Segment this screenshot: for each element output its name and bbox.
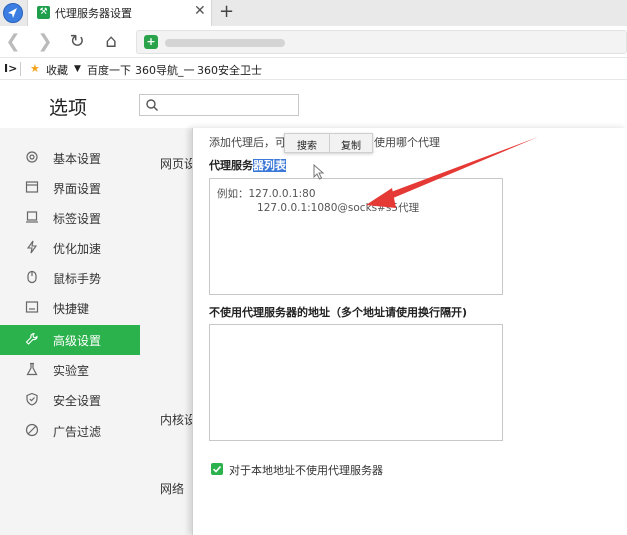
- home-button[interactable]: ⌂: [100, 31, 122, 53]
- bookmark-baidu[interactable]: 百度一下: [87, 62, 131, 78]
- hint-end: 使用哪个代理: [374, 136, 440, 149]
- sidebar-item-label: 鼠标手势: [53, 272, 102, 286]
- sidebar-item-shortcuts[interactable]: 快捷键: [0, 293, 140, 323]
- tab-title: 代理服务器设置: [55, 7, 132, 20]
- favorites-button[interactable]: 收藏: [46, 62, 68, 78]
- sidebar-item-advanced[interactable]: 高级设置: [0, 325, 140, 355]
- sidebar-item-ui[interactable]: 界面设置: [0, 173, 140, 203]
- bookmarks-bar: I> ★ 收藏 ▼ 百度一下 360导航_一 360安全卫士: [0, 58, 627, 80]
- tab-icon: [26, 211, 38, 223]
- sidebar-item-label: 基本设置: [53, 152, 102, 166]
- security-shield-icon: +: [144, 35, 158, 49]
- search-input[interactable]: [160, 97, 294, 113]
- sidebar-item-speed[interactable]: 优化加速: [0, 233, 140, 263]
- section-web: 网页设: [160, 157, 197, 171]
- wrench-icon: [25, 332, 38, 345]
- context-copy-button[interactable]: 复制: [341, 137, 361, 152]
- tab-bar: ⚒ 代理服务器设置 ✕ +: [0, 0, 627, 26]
- mouse-icon: [27, 270, 37, 284]
- proxy-settings-dialog: 添加代理后，可 使用哪个代理 搜索 复制 代理服务器列表 例如：127.0.0.1…: [192, 128, 627, 535]
- back-button[interactable]: ❮: [2, 31, 24, 53]
- bypass-list-textarea[interactable]: [209, 324, 503, 441]
- reload-button[interactable]: ↻: [66, 31, 88, 53]
- flask-icon: [26, 362, 38, 376]
- search-icon: [146, 99, 158, 111]
- sidebar-item-lab[interactable]: 实验室: [0, 355, 140, 385]
- new-tab-button[interactable]: +: [219, 1, 234, 22]
- sidebar-item-tabs[interactable]: 标签设置: [0, 203, 140, 233]
- block-icon: [25, 423, 39, 437]
- context-menu: 搜索 复制: [284, 133, 373, 153]
- address-bar[interactable]: +: [136, 30, 627, 54]
- bookmark-360-nav[interactable]: 360导航_一: [135, 62, 195, 78]
- selected-text: 器列表: [253, 159, 286, 172]
- chevron-down-icon[interactable]: ▼: [74, 64, 81, 74]
- navigation-bar: ❮ ❯ ↻ ⌂ +: [0, 26, 627, 58]
- check-icon: [212, 465, 222, 473]
- bookmark-360-safe[interactable]: 360安全卫士: [197, 62, 262, 78]
- window-icon: [25, 181, 39, 193]
- sidebar-item-adblock[interactable]: 广告过滤: [0, 416, 140, 446]
- divider: [20, 62, 21, 76]
- sidebar-item-label: 安全设置: [53, 394, 102, 408]
- sidebar-item-label: 优化加速: [53, 242, 102, 256]
- mouse-cursor-icon: [313, 164, 325, 180]
- star-icon: ★: [30, 62, 40, 75]
- sidebar-item-label: 广告过滤: [53, 425, 102, 439]
- blurred-url: [165, 39, 285, 47]
- sidebar-item-security[interactable]: 安全设置: [0, 385, 140, 415]
- sidebar-item-label: 高级设置: [53, 334, 102, 348]
- sidebar-item-basic[interactable]: 基本设置: [0, 143, 140, 173]
- forward-button[interactable]: ❯: [34, 31, 56, 53]
- page-title: 选项: [49, 97, 88, 119]
- sidebar-item-label: 快捷键: [53, 302, 90, 316]
- context-search-button[interactable]: 搜索: [297, 137, 317, 152]
- sidebar-item-gestures[interactable]: 鼠标手势: [0, 263, 140, 293]
- settings-search[interactable]: [139, 94, 299, 116]
- tab-proxy-settings[interactable]: ⚒ 代理服务器设置 ✕: [27, 0, 212, 26]
- sidebar-item-label: 界面设置: [53, 182, 102, 196]
- sidebar-item-label: 标签设置: [53, 212, 102, 226]
- proxy-example-text: 例如：127.0.0.1:80 127.0.0.1:1080@socks#s5代…: [217, 188, 420, 214]
- settings-icon: [26, 151, 38, 163]
- divider: [329, 134, 330, 152]
- proxy-list-label: 代理服务器列表: [209, 157, 286, 173]
- wrench-favicon-icon: ⚒: [37, 6, 50, 19]
- keyboard-icon: [25, 301, 39, 313]
- bypass-label: 不使用代理服务器的地址（多个地址请使用换行隔开): [209, 306, 468, 319]
- hint-start: 添加代理后，可: [209, 136, 286, 149]
- section-network: 网络: [160, 482, 185, 496]
- browser-logo-icon[interactable]: [3, 3, 23, 23]
- proxy-list-textarea[interactable]: 例如：127.0.0.1:80 127.0.0.1:1080@socks#s5代…: [209, 178, 503, 295]
- sidebar-toggle-icon[interactable]: I>: [4, 62, 17, 75]
- section-kernel: 内核设: [160, 413, 197, 427]
- shield-icon: [26, 392, 38, 406]
- proxy-list-label-plain: 代理服务: [209, 159, 253, 172]
- settings-sidebar: 基本设置 界面设置 标签设置 优化加速 鼠标手势 快捷键 高级设置 实验室 安全…: [0, 128, 140, 535]
- sidebar-item-label: 实验室: [53, 364, 90, 378]
- local-bypass-label: 对于本地地址不使用代理服务器: [229, 464, 383, 477]
- close-tab-icon[interactable]: ✕: [194, 3, 206, 19]
- local-bypass-checkbox[interactable]: [211, 463, 223, 475]
- lightning-icon: [26, 240, 38, 254]
